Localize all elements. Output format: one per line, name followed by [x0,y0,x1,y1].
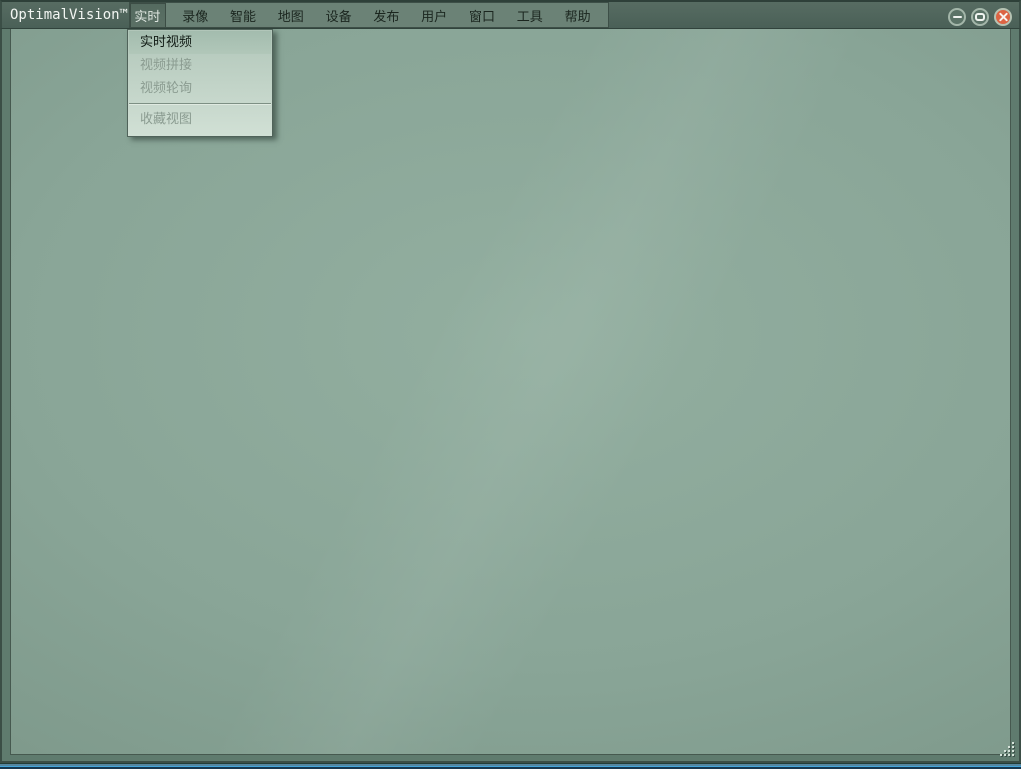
dropdown-separator [129,103,271,105]
window-frame [0,29,1021,763]
dropdown-item-favorite-views: 收藏视图 [129,108,271,131]
dropdown-menu-realtime: 实时视频 视频拼接 视频轮询 收藏视图 [127,29,273,137]
menu-item-recording[interactable]: 录像 [178,3,213,27]
dropdown-item-video-polling: 视频轮询 [129,77,271,100]
taskbar-edge [0,763,1021,769]
menubar: 实时 录像 智能 地图 设备 发布 用户 窗口 工具 帮助 [129,2,609,28]
screen: OptimalVision™ 实时 录像 智能 地图 设备 发布 用户 窗口 工… [0,0,1021,769]
dropdown-item-live-video[interactable]: 实时视频 [129,31,271,54]
minimize-button[interactable] [948,8,966,26]
menu-item-map[interactable]: 地图 [273,3,308,27]
menu-item-help[interactable]: 帮助 [560,3,595,27]
client-area [10,29,1011,755]
resize-grip-icon[interactable] [1000,742,1016,758]
app-title: OptimalVision™ [10,2,128,28]
menu-item-user[interactable]: 用户 [417,3,452,27]
minimize-icon [953,16,962,18]
maximize-button[interactable] [971,8,989,26]
menu-item-device[interactable]: 设备 [321,3,356,27]
menu-item-tools[interactable]: 工具 [512,3,547,27]
dropdown-item-video-stitching: 视频拼接 [129,54,271,77]
titlebar: OptimalVision™ 实时 录像 智能 地图 设备 发布 用户 窗口 工… [0,0,1021,29]
menu-item-publish[interactable]: 发布 [369,3,404,27]
menu-item-realtime[interactable]: 实时 [130,3,165,27]
menu-item-window[interactable]: 窗口 [465,3,500,27]
maximize-icon [975,13,985,21]
menu-item-intelligence[interactable]: 智能 [226,3,261,27]
close-icon [998,12,1009,23]
close-button[interactable] [994,8,1012,26]
